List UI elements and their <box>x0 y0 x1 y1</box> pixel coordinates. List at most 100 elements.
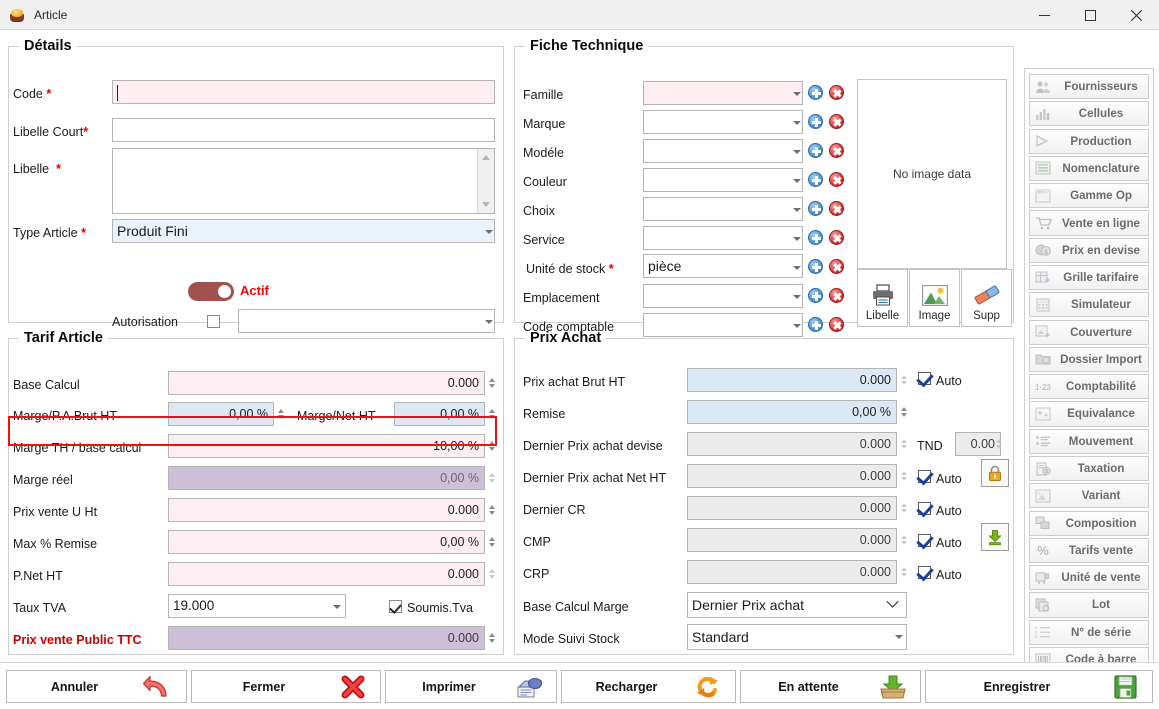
famille-delete-button[interactable] <box>829 85 844 100</box>
sidebar-item-composition[interactable]: Composition <box>1029 510 1149 536</box>
type-article-select[interactable]: Produit Fini <box>112 219 495 243</box>
sidebar-item-comptabilit[interactable]: 1·23 Comptabilité <box>1029 374 1149 400</box>
marque-delete-button[interactable] <box>829 114 844 129</box>
libelle-scrollbar[interactable] <box>477 149 494 213</box>
sidebar-item-n-de-s-rie[interactable]: 1 2 3 N° de série <box>1029 619 1149 645</box>
unite-de-stock-select[interactable]: pièce <box>643 254 803 278</box>
supp-button[interactable]: Supp <box>961 269 1012 327</box>
prix-vente-u-ht-input[interactable]: 0.000 <box>168 498 485 522</box>
soumis-tva-checkbox[interactable] <box>389 600 402 613</box>
marque-add-button[interactable] <box>808 114 823 129</box>
marge-th-stepper[interactable] <box>486 434 497 458</box>
choix-delete-button[interactable] <box>829 201 844 216</box>
sidebar-item-variant[interactable]: Variant <box>1029 483 1149 509</box>
service-delete-button[interactable] <box>829 230 844 245</box>
sidebar-item-equivalance[interactable]: Equivalance <box>1029 401 1149 427</box>
base-calcul-input[interactable]: 0.000 <box>168 371 485 395</box>
cmp-auto-checkbox[interactable] <box>918 534 931 547</box>
code-input[interactable] <box>112 80 495 104</box>
actif-toggle[interactable] <box>188 282 234 301</box>
service-add-button[interactable] <box>808 230 823 245</box>
sidebar-item-taxation[interactable]: $ Taxation <box>1029 455 1149 482</box>
sidebar-item-production[interactable]: Production <box>1029 128 1149 154</box>
mode-suivi-stock-select[interactable]: Standard <box>687 624 907 650</box>
marge-net-stepper[interactable] <box>486 402 497 426</box>
sidebar-item-tarifs-vente[interactable]: % Tarifs vente <box>1029 537 1149 563</box>
couleur-delete-button[interactable] <box>829 172 844 187</box>
sidebar-item-nomenclature[interactable]: Nomenclature <box>1029 155 1149 182</box>
marge-th-input[interactable]: 10,00 % <box>168 434 485 458</box>
choix-select[interactable] <box>643 197 803 221</box>
sidebar-item-unit-de-vente[interactable]: Unité de vente <box>1029 565 1149 591</box>
sidebar-item-cellules[interactable]: Cellules <box>1029 101 1149 127</box>
sidebar-item-prix-en-devise[interactable]: $ Prix en devise <box>1029 237 1149 263</box>
prix-achat-brut-ht-auto-checkbox[interactable] <box>918 372 931 385</box>
sidebar-item-gamme-op[interactable]: Gamme Op <box>1029 183 1149 209</box>
marque-select[interactable] <box>643 110 803 134</box>
crp-auto-checkbox[interactable] <box>918 566 931 579</box>
emplacement-select[interactable] <box>643 284 803 308</box>
sidebar-item-label: Tarifs vente <box>1068 543 1134 557</box>
libelle-court-input[interactable] <box>112 118 495 142</box>
imprimer-button[interactable]: Imprimer <box>385 670 557 703</box>
couleur-select[interactable] <box>643 168 803 192</box>
marge-net-input[interactable]: 0,00 % <box>394 402 485 426</box>
enregistrer-button[interactable]: Enregistrer <box>925 670 1153 703</box>
famille-add-button[interactable] <box>808 85 823 100</box>
close-button[interactable] <box>1113 0 1159 30</box>
libelle-print-button[interactable]: Libelle <box>857 269 908 327</box>
couleur-add-button[interactable] <box>808 172 823 187</box>
prix-vente-public-ttc-stepper[interactable] <box>486 626 497 650</box>
modele-delete-button[interactable] <box>829 143 844 158</box>
sidebar-item-couverture[interactable]: Couverture <box>1029 319 1149 345</box>
prix-achat-brut-ht-stepper[interactable] <box>898 368 909 392</box>
autorisation-checkbox[interactable] <box>207 315 220 328</box>
crp-stepper <box>898 560 909 584</box>
sidebar-item-mouvement[interactable]: Mouvement <box>1029 428 1149 454</box>
marge-pa-brut-stepper[interactable] <box>275 402 286 426</box>
unite-de-stock-delete-button[interactable] <box>829 259 844 274</box>
fermer-button[interactable]: Fermer <box>191 670 381 703</box>
sidebar-item-lot[interactable]: Lot <box>1029 592 1149 618</box>
download-button[interactable] <box>981 523 1009 551</box>
emplacement-delete-button[interactable] <box>829 288 844 303</box>
lock-button[interactable] <box>981 459 1009 487</box>
gear-flow-icon <box>1033 133 1053 149</box>
unite-de-stock-add-button[interactable] <box>808 259 823 274</box>
remise-stepper[interactable] <box>898 400 909 424</box>
choix-add-button[interactable] <box>808 201 823 216</box>
max-remise-input[interactable]: 0,00 % <box>168 530 485 554</box>
dernier-prix-achat-net-ht-auto-checkbox[interactable] <box>918 470 931 483</box>
modele-add-button[interactable] <box>808 143 823 158</box>
remise-input[interactable]: 0,00 % <box>687 400 897 424</box>
emplacement-add-button[interactable] <box>808 288 823 303</box>
libelle-textarea[interactable] <box>112 148 495 214</box>
maximize-button[interactable] <box>1067 0 1113 30</box>
base-calcul-stepper[interactable] <box>486 371 497 395</box>
annuler-button[interactable]: Annuler <box>6 670 187 703</box>
dernier-cr-auto-checkbox[interactable] <box>918 502 931 515</box>
image-button[interactable]: Image <box>909 269 960 327</box>
recharger-button[interactable]: Recharger <box>561 670 736 703</box>
mode-suivi-stock-label: Mode Suivi Stock <box>523 632 620 646</box>
sidebar-item-simulateur[interactable]: Simulateur <box>1029 292 1149 318</box>
modele-select[interactable] <box>643 139 803 163</box>
marge-pa-brut-input[interactable]: 0,00 % <box>168 402 274 426</box>
max-remise-stepper[interactable] <box>486 530 497 554</box>
base-calcul-marge-select[interactable]: Dernier Prix achat <box>687 592 907 618</box>
taux-tva-select[interactable]: 19.000 <box>168 594 346 618</box>
prix-vente-u-ht-stepper[interactable] <box>486 498 497 522</box>
minimize-button[interactable] <box>1021 0 1067 30</box>
prix-achat-brut-ht-input[interactable]: 0.000 <box>687 368 897 392</box>
chevron-down-icon <box>793 121 801 125</box>
famille-select[interactable] <box>643 81 803 105</box>
sidebar-item-dossier-import[interactable]: Dossier Import <box>1029 346 1149 372</box>
en-attente-button[interactable]: En attente <box>740 670 921 703</box>
sidebar-item-fournisseurs[interactable]: Fournisseurs <box>1029 74 1149 100</box>
svg-text:%: % <box>1037 543 1049 557</box>
service-select[interactable] <box>643 226 803 250</box>
sidebar-item-vente-en-ligne[interactable]: Vente en ligne <box>1029 210 1149 236</box>
sidebar-item-grille-tarifaire[interactable]: Grille tarifaire <box>1029 264 1149 291</box>
folder-icon <box>1033 351 1053 367</box>
chevron-down-icon <box>886 600 899 609</box>
